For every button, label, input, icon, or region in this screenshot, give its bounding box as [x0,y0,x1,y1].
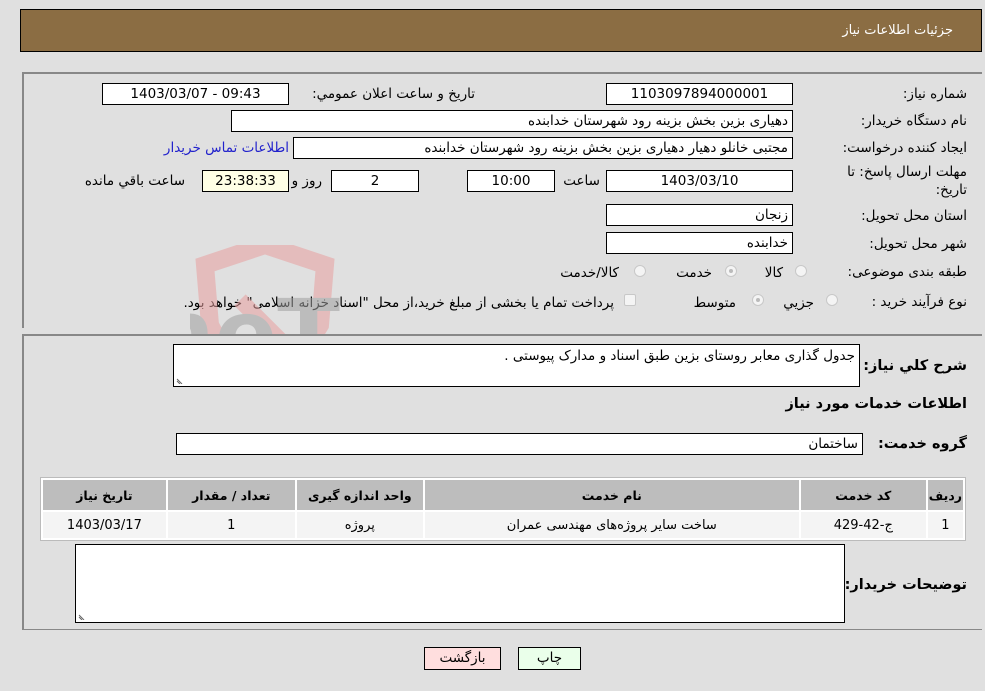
col-header-need-date: تاریخ نیاز [43,480,166,510]
resize-grip-icon[interactable] [78,612,86,620]
time-remaining-label: ساعت باقي مانده [84,173,185,189]
service-group-field: ساختمان [176,433,863,455]
days-label: روز و [291,173,322,189]
purchase-type-option-minor: جزیي [783,295,814,311]
need-number-label: شماره نیاز: [902,86,967,102]
cell-service-name: ساخت سایر پروژه‌های مهندسی عمران [424,512,799,538]
cell-row-number: 1 [927,512,963,538]
cell-unit: پروژه [296,512,423,538]
buyer-notes-label: توضیحات خریدار: [844,577,967,593]
requester-field: مجتبی خانلو دهیار دهیاری بزین بخش بزینه … [293,137,793,159]
services-table: ردیف کد خدمت نام خدمت واحد اندازه گیری ت… [40,477,966,541]
category-option-goods-service: کالا/خدمت [560,265,619,281]
description-label: شرح کلي نیاز: [863,358,967,374]
category-radio-goods-service[interactable] [634,265,646,277]
category-radio-goods[interactable] [795,265,807,277]
deadline-label-line1: مهلت ارسال پاسخ: تا [847,164,967,180]
cell-need-date: 1403/03/17 [43,512,166,538]
print-button[interactable]: چاپ [518,647,581,670]
services-section-title: اطلاعات خدمات مورد نیاز [785,396,967,412]
category-option-goods: کالا [764,265,783,281]
announce-datetime-field: 1403/03/07 - 09:43 [102,83,289,105]
treasury-checkbox[interactable] [624,294,636,306]
cell-service-code: ج-42-429 [800,512,926,538]
page-header: جزئیات اطلاعات نیاز [20,9,982,52]
buyer-org-label: نام دستگاه خریدار: [860,113,967,129]
purchase-type-radio-medium[interactable] [752,294,764,306]
deadline-date-field: 1403/03/10 [606,170,793,192]
back-button[interactable]: بازگشت [424,647,501,670]
description-text: جدول گذاری معابر روستای بزین طبق اسناد و… [504,348,855,364]
col-header-unit: واحد اندازه گیری [296,480,423,510]
col-header-quantity: تعداد / مقدار [167,480,295,510]
requester-label: ایجاد کننده درخواست: [842,140,967,156]
buyer-contact-link[interactable]: اطلاعات تماس خریدار [164,140,289,156]
col-header-row-number: ردیف [927,480,963,510]
province-field: زنجان [606,204,793,226]
city-label: شهر محل تحویل: [869,236,967,252]
time-remaining-field: 23:38:33 [202,170,289,192]
days-remaining-field: 2 [331,170,419,192]
purchase-type-label: نوع فرآیند خرید : [871,294,967,310]
announce-datetime-label: تاریخ و ساعت اعلان عمومي: [312,86,475,102]
description-textarea[interactable]: جدول گذاری معابر روستای بزین طبق اسناد و… [173,344,860,387]
deadline-time-label: ساعت [563,173,600,189]
table-header-row: ردیف کد خدمت نام خدمت واحد اندازه گیری ت… [43,480,963,510]
table-row: 1 ج-42-429 ساخت سایر پروژه‌های مهندسی عم… [43,512,963,538]
col-header-service-name: نام خدمت [424,480,799,510]
buyer-notes-textarea[interactable] [75,544,845,623]
province-label: استان محل تحویل: [861,208,967,224]
category-option-service: خدمت [676,265,712,281]
city-field: خدابنده [606,232,793,254]
purchase-type-option-medium: متوسط [693,295,736,311]
col-header-service-code: کد خدمت [800,480,926,510]
service-group-label: گروه خدمت: [877,436,967,452]
page-title: جزئیات اطلاعات نیاز [842,23,953,38]
category-label: طبقه بندی موضوعی: [847,264,967,280]
category-radio-service[interactable] [725,265,737,277]
resize-grip-icon[interactable] [176,376,184,384]
treasury-note: پرداخت تمام یا بخشی از مبلغ خرید،از محل … [183,295,614,311]
deadline-time-field: 10:00 [467,170,555,192]
cell-quantity: 1 [167,512,295,538]
buyer-org-field: دهیاری بزین بخش بزینه رود شهرستان خدابند… [231,110,793,132]
purchase-type-radio-minor[interactable] [826,294,838,306]
deadline-label-line2: تاریخ: [935,182,967,198]
need-number-field: 1103097894000001 [606,83,793,105]
